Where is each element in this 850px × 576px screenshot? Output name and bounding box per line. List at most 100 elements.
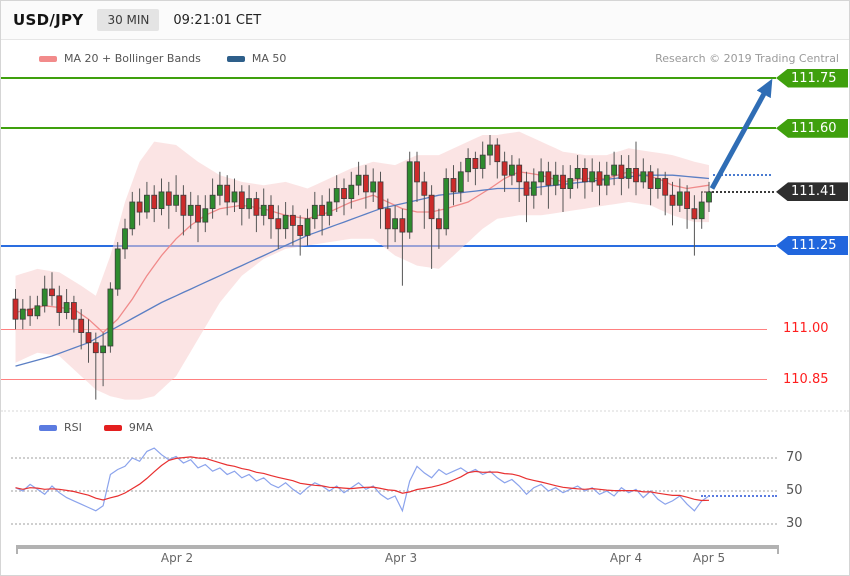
candle-up <box>538 171 544 183</box>
candle-down <box>662 178 669 196</box>
bollinger-swatch-icon <box>39 55 57 62</box>
candle-down <box>545 171 552 186</box>
candle-down <box>224 184 231 203</box>
candlestick-chart <box>12 78 773 400</box>
candle-up <box>706 191 712 203</box>
candle-down <box>647 171 654 189</box>
candle-down <box>341 188 347 200</box>
time-axis-label-apr-2: Apr 2 <box>160 551 194 565</box>
candle-up <box>202 208 209 223</box>
candle-down <box>450 178 457 193</box>
candle-up <box>530 181 537 196</box>
candle-up <box>216 184 223 196</box>
rsi-axis-label-30: 30 <box>786 516 803 531</box>
legend-label-ma50: MA 50 <box>251 52 287 65</box>
candle-down <box>165 191 172 206</box>
attribution-text: Research © 2019 Trading Central <box>655 52 839 65</box>
candle-up <box>41 288 48 307</box>
candle-down <box>195 204 201 223</box>
candle-up <box>173 194 180 206</box>
candle-up <box>457 171 464 193</box>
legend-item-ma50: MA 50 <box>226 52 287 65</box>
candle-up <box>465 158 472 173</box>
price-badge-111.60: 111.60 <box>776 118 848 138</box>
candle-up <box>63 302 70 314</box>
candle-down <box>136 201 143 213</box>
candle-down <box>56 295 63 313</box>
candle-up <box>34 305 41 317</box>
candle-down <box>691 208 698 220</box>
candle-down <box>297 224 304 236</box>
candle-down <box>253 198 260 216</box>
candle-up <box>122 228 128 250</box>
price-label-110.85: 110.85 <box>783 371 829 387</box>
candle-down <box>49 288 55 297</box>
candle-up <box>370 181 377 193</box>
timeframe-badge[interactable]: 30 MIN <box>97 9 160 31</box>
time-axis-label-apr-5: Apr 5 <box>692 551 726 565</box>
candle-up <box>487 144 493 156</box>
scrollbar-end-tick-0 <box>16 545 18 554</box>
candle-up <box>698 201 705 220</box>
clock-time: 09:21:01 CET <box>173 12 262 28</box>
candle-down <box>180 194 187 216</box>
candle-down <box>78 318 85 333</box>
candle-down <box>494 144 501 163</box>
candle-down <box>633 168 639 183</box>
candle-up <box>603 174 610 186</box>
candle-up <box>443 178 450 230</box>
candle-down <box>669 194 676 206</box>
candle-down <box>516 164 523 183</box>
candle-up <box>676 191 683 206</box>
candle-up <box>574 168 581 179</box>
rsi-axis-label-70: 70 <box>786 450 803 465</box>
candle-down <box>428 194 435 220</box>
candle-down <box>618 164 625 179</box>
candle-up <box>406 161 413 233</box>
candle-down <box>362 174 369 193</box>
rsi-9ma-line <box>15 456 710 502</box>
candle-up <box>589 171 596 183</box>
candle-up <box>311 204 318 220</box>
rsi-axis-label-50: 50 <box>786 483 803 498</box>
candle-up <box>304 218 311 236</box>
candle-up <box>114 248 121 290</box>
candle-down <box>319 204 326 216</box>
candle-up <box>100 345 106 354</box>
candle-down <box>582 168 588 183</box>
candle-up <box>231 191 238 203</box>
candle-up <box>129 201 136 230</box>
price-badge-111.25: 111.25 <box>776 236 848 255</box>
time-scrollbar[interactable] <box>16 545 779 549</box>
header: USD/JPY 30 MIN 09:21:01 CET <box>1 1 849 40</box>
candle-down <box>27 308 34 317</box>
rsi-chart <box>15 447 710 513</box>
forecast-arrow <box>709 78 773 190</box>
candle-up <box>260 204 267 216</box>
legend-item-bollinger: MA 20 + Bollinger Bands <box>39 52 201 65</box>
candle-down <box>472 158 479 169</box>
candle-down <box>523 181 530 196</box>
time-axis-label-apr-3: Apr 3 <box>384 551 418 565</box>
rsi-line <box>15 447 710 513</box>
candle-up <box>348 184 355 199</box>
candle-up <box>567 178 574 190</box>
symbol-title: USD/JPY <box>13 11 84 29</box>
candle-up <box>625 168 632 179</box>
candle-down <box>684 191 690 210</box>
candle-up <box>19 308 26 320</box>
candle-down <box>289 214 296 226</box>
candle-down <box>421 181 428 196</box>
price-legend: MA 20 + Bollinger Bands MA 50 <box>39 52 286 65</box>
candle-down <box>92 342 99 354</box>
candle-down <box>71 302 77 320</box>
candle-up <box>392 218 399 230</box>
candle-down <box>238 191 245 210</box>
candle-up <box>209 194 216 209</box>
scrollbar-end-tick-1 <box>777 545 779 554</box>
candle-up <box>143 194 150 213</box>
candle-down <box>596 171 603 186</box>
candle-up <box>158 191 165 210</box>
candle-up <box>640 171 647 183</box>
chart-widget: USD/JPY 30 MIN 09:21:01 CET MA 20 + Boll… <box>0 0 850 576</box>
